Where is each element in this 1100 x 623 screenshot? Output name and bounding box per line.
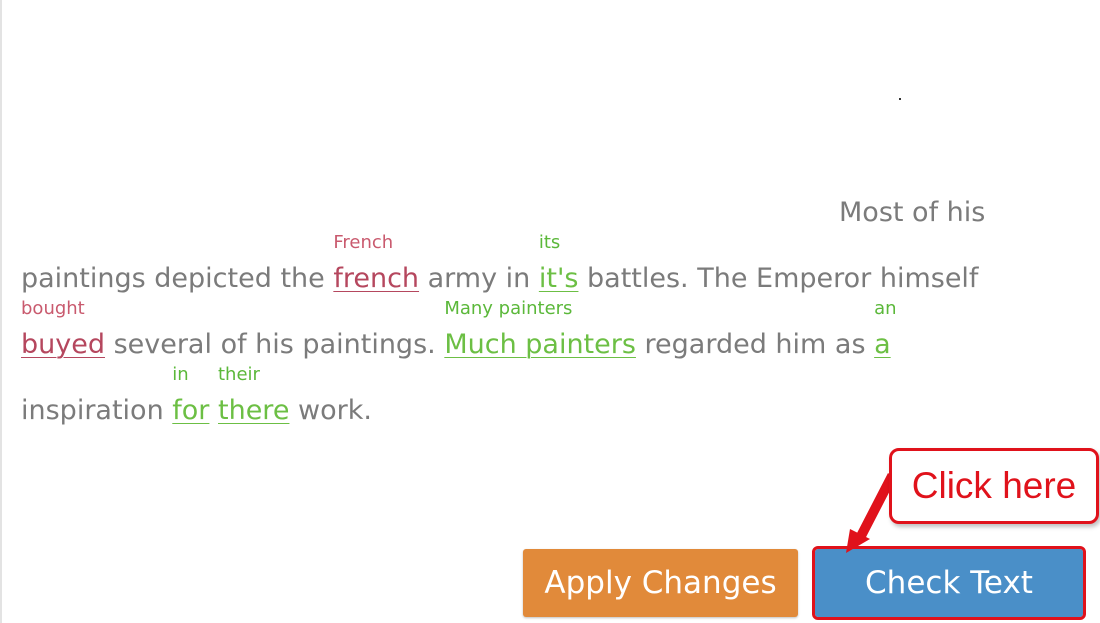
suggestion-label[interactable]: their — [218, 365, 260, 385]
text-segment: paintings depicted the — [21, 263, 334, 294]
text-segment: work. — [289, 395, 372, 426]
original-word: for — [172, 395, 210, 426]
correction-word-french[interactable]: French french — [333, 233, 420, 296]
original-word: it's — [538, 263, 579, 294]
correction-phrase-much-painters[interactable]: Many painters Much painters — [444, 299, 636, 362]
text-segment: battles. The Emperor himself — [578, 263, 979, 294]
checked-text-area[interactable]: Most of his paintings depicted the Frenc… — [0, 0, 1100, 520]
original-word: Much painters — [444, 329, 636, 360]
original-word: a — [874, 329, 891, 360]
original-word: buyed — [21, 329, 105, 360]
correction-word-buyed[interactable]: bought buyed — [21, 299, 105, 362]
suggestion-label[interactable]: Many painters — [444, 299, 572, 319]
apply-changes-button[interactable]: Apply Changes — [523, 549, 798, 617]
text-segment: Most of his — [839, 197, 986, 228]
text-segment — [209, 395, 218, 426]
correction-word-there[interactable]: their there — [218, 365, 290, 428]
text-line-2: paintings depicted the French french army… — [21, 233, 979, 296]
text-line-1: Most of his — [839, 196, 985, 230]
text-segment: regarded him as — [635, 329, 875, 360]
suggestion-label[interactable]: in — [172, 365, 188, 385]
text-line-4: inspiration in for their there work. — [21, 365, 372, 428]
original-word: french — [333, 263, 420, 294]
original-word: there — [218, 395, 290, 426]
suggestion-label[interactable]: an — [874, 299, 896, 319]
click-here-callout: Click here — [889, 448, 1099, 524]
check-text-button[interactable]: Check Text — [812, 546, 1086, 620]
suggestion-label[interactable]: bought — [21, 299, 85, 319]
correction-word-its[interactable]: its it's — [538, 233, 579, 296]
suggestion-label[interactable]: its — [539, 233, 560, 253]
text-segment: inspiration — [21, 395, 173, 426]
correction-word-a[interactable]: an a — [874, 299, 896, 362]
text-line-3: bought buyed several of his paintings. Ma… — [21, 299, 897, 362]
text-segment: army in — [419, 263, 539, 294]
text-segment: several of his paintings. — [104, 329, 445, 360]
suggestion-label[interactable]: French — [333, 233, 393, 253]
correction-word-for[interactable]: in for — [172, 365, 210, 428]
